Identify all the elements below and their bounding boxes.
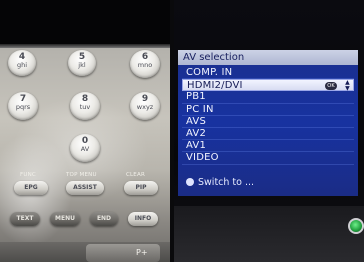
key-8-letters: tuv bbox=[79, 103, 91, 111]
remote-shadow bbox=[0, 0, 170, 44]
clear-caption: CLEAR bbox=[126, 172, 145, 178]
menu-button: MENU bbox=[50, 212, 80, 226]
switch-to-text: Switch to ... bbox=[198, 177, 255, 188]
av-item-label: AV2 bbox=[186, 127, 207, 139]
av-item-comp-in[interactable]: COMP. IN bbox=[182, 67, 354, 80]
remote-control-photo: 4 ghi 5 jkl 6 mno 7 pqrs 8 tuv 9 wxyz 0 … bbox=[0, 0, 170, 262]
key-9-letters: wxyz bbox=[136, 103, 154, 111]
av-item-av2[interactable]: AV2 bbox=[182, 127, 354, 141]
remote-edge bbox=[0, 44, 170, 48]
key-4-letters: ghi bbox=[16, 61, 28, 69]
av-item-pc-in[interactable]: PC IN bbox=[182, 104, 354, 116]
av-input-list: COMP. IN HDMI2/DVI OK ▲ ▼ PB1 PC IN AVS A… bbox=[182, 67, 354, 165]
key-7-letters: pqrs bbox=[15, 103, 31, 111]
key-6-button: 6 mno bbox=[130, 50, 160, 78]
text-button: TEXT bbox=[10, 212, 40, 226]
end-button: END bbox=[90, 212, 118, 226]
av-item-video[interactable]: VIDEO bbox=[182, 152, 354, 165]
ok-button-icon bbox=[186, 178, 194, 186]
assist-button: ASSIST bbox=[66, 181, 104, 195]
pip-button: PIP bbox=[124, 181, 158, 195]
tv-bezel bbox=[174, 206, 364, 262]
av-item-label: AVS bbox=[186, 115, 206, 127]
av-item-hdmi2-dvi[interactable]: HDMI2/DVI OK ▲ ▼ bbox=[182, 79, 354, 93]
tv-screen-photo: AV selection COMP. IN HDMI2/DVI OK ▲ ▼ PB… bbox=[174, 0, 364, 262]
av-panel-title: AV selection bbox=[178, 50, 358, 65]
power-led-icon bbox=[348, 218, 364, 234]
av-item-label: AV1 bbox=[186, 140, 207, 152]
p-plus-button: P+ bbox=[86, 244, 160, 262]
key-8-button: 8 tuv bbox=[70, 92, 100, 120]
up-down-arrows-icon: ▲ ▼ bbox=[345, 79, 350, 93]
av-item-label: COMP. IN bbox=[186, 67, 233, 78]
info-button: INFO bbox=[128, 212, 158, 226]
key-0-letters: AV bbox=[80, 145, 90, 153]
av-item-label: PC IN bbox=[186, 103, 214, 115]
av-item-avs[interactable]: AVS bbox=[182, 116, 354, 128]
epg-button: EPG bbox=[14, 181, 48, 195]
key-0-button: 0 AV bbox=[70, 134, 100, 162]
av-selection-panel: AV selection COMP. IN HDMI2/DVI OK ▲ ▼ PB… bbox=[178, 50, 358, 196]
key-6-letters: mno bbox=[137, 61, 153, 69]
top-menu-caption: TOP MENU bbox=[66, 172, 97, 178]
key-9-button: 9 wxyz bbox=[130, 92, 160, 120]
av-item-label: VIDEO bbox=[186, 152, 219, 164]
switch-to-hint: Switch to ... bbox=[186, 177, 254, 189]
ok-icon: OK bbox=[325, 82, 337, 91]
av-item-label: HDMI2/DVI bbox=[187, 80, 243, 92]
av-item-label: PB1 bbox=[186, 91, 206, 103]
key-4-button: 4 ghi bbox=[8, 50, 36, 76]
key-5-button: 5 jkl bbox=[68, 50, 96, 76]
key-5-letters: jkl bbox=[78, 61, 86, 69]
func-caption: FUNC bbox=[20, 172, 36, 178]
av-item-pb1[interactable]: PB1 bbox=[182, 91, 354, 104]
key-7-button: 7 pqrs bbox=[8, 92, 38, 120]
av-item-av1[interactable]: AV1 bbox=[182, 140, 354, 153]
